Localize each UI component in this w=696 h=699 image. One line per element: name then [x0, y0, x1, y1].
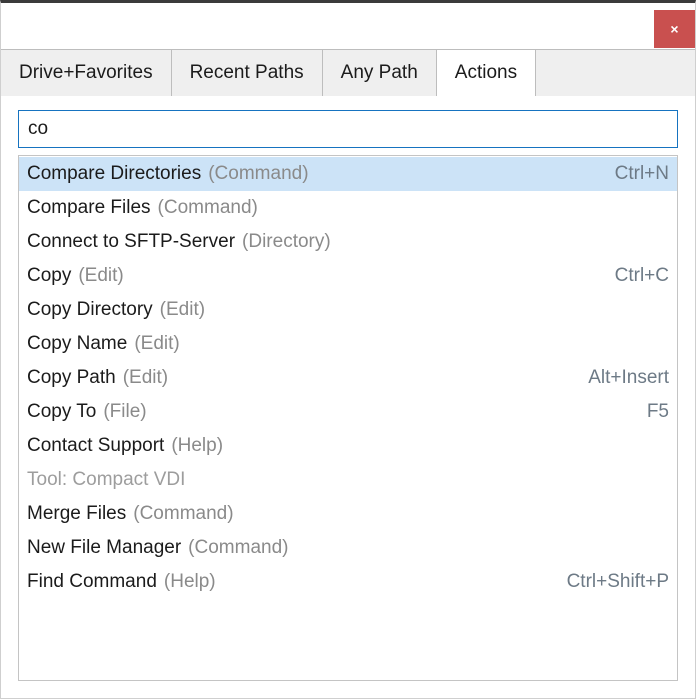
tab-strip-filler [536, 50, 695, 96]
dialog-window: × Drive+Favorites Recent Paths Any Path Act… [0, 0, 696, 699]
action-label: Copy [27, 265, 72, 286]
search-input[interactable] [18, 110, 678, 148]
action-label: Merge Files [27, 503, 127, 524]
action-row[interactable]: New File Manager (Command) [19, 531, 677, 565]
action-shortcut: F5 [646, 401, 669, 422]
action-shortcut: Ctrl+Shift+P [566, 571, 669, 592]
tab-bar: Drive+Favorites Recent Paths Any Path Actio… [1, 49, 695, 96]
action-row[interactable]: Copy Name (Edit) [19, 327, 677, 361]
action-label: Copy Directory [27, 299, 153, 320]
action-category: (Edit) [134, 333, 180, 354]
action-label: Find Command [27, 571, 157, 592]
action-row[interactable]: Merge Files (Command) [19, 497, 677, 531]
tab-actions[interactable]: Actions [435, 49, 537, 96]
action-label: Connect to SFTP-Server [27, 231, 236, 252]
action-category: (Directory) [242, 231, 331, 252]
action-row[interactable]: Copy Directory (Edit) [19, 293, 677, 327]
action-row[interactable]: Tool: Compact VDI [19, 463, 677, 497]
action-row[interactable]: Compare Directories (Command) Ctrl+N [19, 157, 677, 191]
action-row[interactable]: Copy (Edit) Ctrl+C [19, 259, 677, 293]
action-row[interactable]: Contact Support (Help) [19, 429, 677, 463]
action-label: New File Manager [27, 537, 182, 558]
tab-drive-favorites[interactable]: Drive+Favorites [1, 50, 172, 96]
close-icon[interactable]: × [654, 10, 695, 48]
action-row[interactable]: Copy Path (Edit) Alt+Insert [19, 361, 677, 395]
action-category: (Command) [133, 503, 234, 524]
action-label: Copy Path [27, 367, 116, 388]
action-category: (Command) [157, 197, 258, 218]
action-category: (Help) [171, 435, 224, 456]
actions-panel: Compare Directories(Command)Ctrl+NCompar… [1, 96, 695, 698]
action-category: (Edit) [78, 265, 124, 286]
action-label: Copy Name [27, 333, 128, 354]
action-label: Compare Files [27, 197, 151, 218]
action-shortcut: Ctrl+C [614, 265, 669, 286]
action-row[interactable]: Find Command (Help) Ctrl+Shift+P [19, 565, 677, 599]
tab-any-path[interactable]: Any Path [322, 50, 437, 96]
action-category: (Edit) [122, 367, 169, 388]
action-label: Tool: Compact VDI [27, 469, 186, 490]
action-label: Copy To [27, 401, 97, 422]
title-bar: × [1, 3, 695, 49]
action-row[interactable]: Compare Files (Command) [19, 191, 677, 225]
action-shortcut: Ctrl+N [614, 163, 669, 184]
action-category: (Help) [163, 571, 216, 592]
action-category: (Command) [208, 163, 309, 184]
action-category: (Command) [188, 537, 289, 558]
action-row[interactable]: Connect to SFTP-Server (Directory) [19, 225, 677, 259]
action-category: (File) [103, 401, 147, 422]
tab-recent-paths[interactable]: Recent Paths [171, 50, 323, 96]
action-label: Compare Directories [27, 163, 202, 184]
action-label: Contact Support [27, 435, 165, 456]
action-results-list[interactable]: Compare Directories (Command) Ctrl+N Compar… [18, 155, 678, 681]
action-category: (Edit) [159, 299, 206, 320]
action-shortcut: Alt+Insert [588, 367, 669, 388]
action-row[interactable]: Copy To (File) F5 [19, 395, 677, 429]
